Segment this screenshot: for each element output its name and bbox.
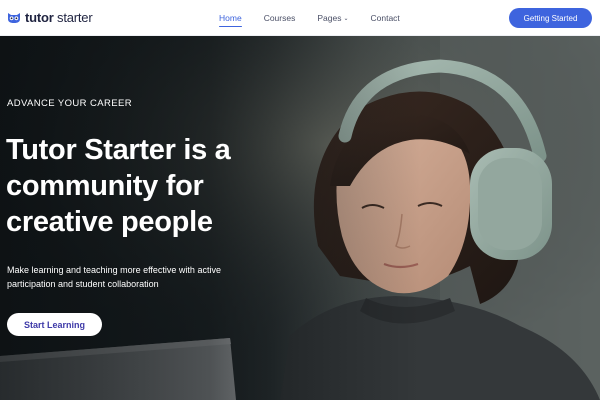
logo-text-bold: tutor [25, 10, 54, 25]
logo-text: tutor starter [25, 10, 93, 25]
nav-item-pages-label: Pages [317, 13, 342, 23]
logo-text-light: starter [53, 10, 93, 25]
chevron-down-icon: ⌄ [343, 15, 349, 22]
headline-line-1: Tutor Starter is a [6, 134, 231, 166]
nav-item-courses[interactable]: Courses [264, 0, 296, 36]
headline-line-2: community for [6, 170, 204, 202]
subtext-line-1: Make learning and teaching more effectiv… [7, 265, 221, 275]
owl-logo-icon [8, 12, 20, 23]
nav-item-contact[interactable]: Contact [370, 0, 399, 36]
nav-item-pages[interactable]: Pages ⌄ [317, 0, 348, 36]
site-header: tutor starter Home Courses Pages ⌄ Contac… [0, 0, 600, 36]
hero-headline: Tutor Starter is a community for creativ… [6, 132, 306, 240]
hero-subtext: Make learning and teaching more effectiv… [7, 264, 267, 291]
subtext-line-2: participation and student collaboration [7, 278, 159, 289]
start-learning-button[interactable]: Start Learning [7, 313, 102, 336]
site-logo[interactable]: tutor starter [7, 10, 93, 25]
getting-started-button[interactable]: Getting Started [509, 8, 592, 28]
nav-item-home[interactable]: Home [219, 0, 242, 36]
hero-eyebrow: ADVANCE YOUR CAREER [7, 98, 132, 109]
hero-section: ADVANCE YOUR CAREER Tutor Starter is a c… [0, 36, 600, 400]
main-nav: Home Courses Pages ⌄ Contact [219, 0, 422, 36]
headline-line-3: creative people [6, 206, 213, 238]
